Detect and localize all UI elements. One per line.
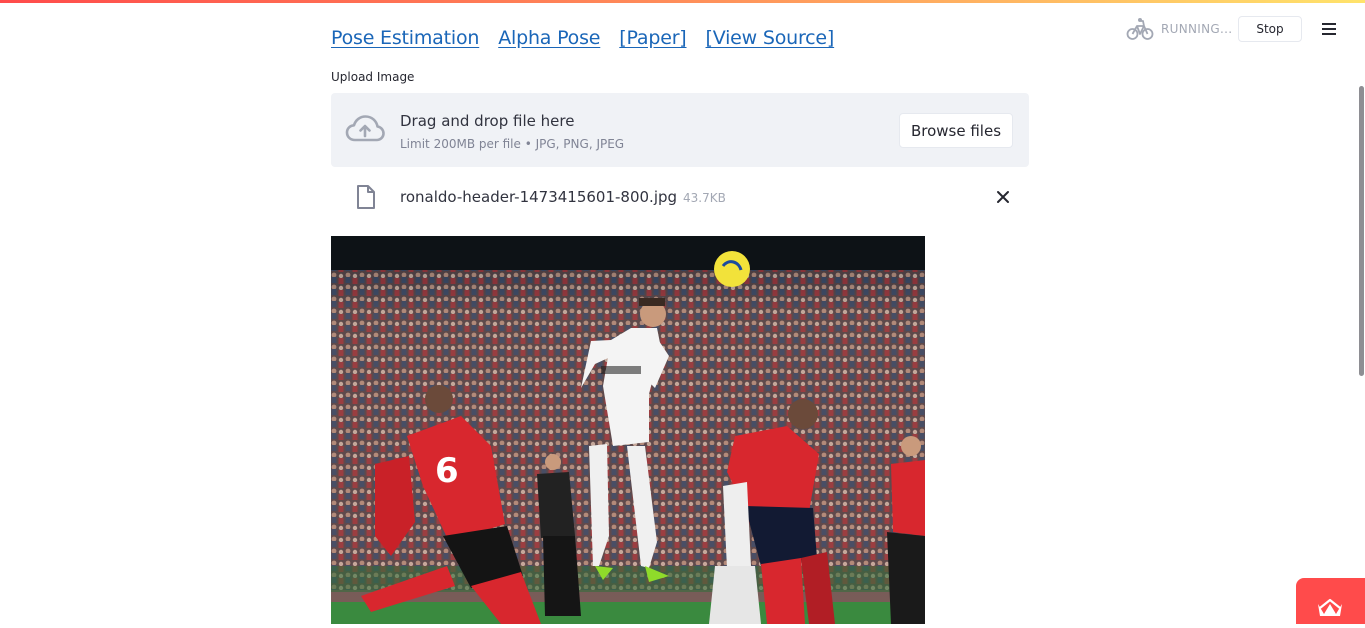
file-name-text: ronaldo-header-1473415601-800.jpg [400,188,678,206]
running-status: RUNNING... [1126,16,1232,42]
link-view-source[interactable]: [View Source] [706,27,835,49]
file-icon [357,185,375,209]
stop-button[interactable]: Stop [1238,16,1302,42]
nav-links: Pose Estimation Alpha Pose [Paper] [View… [331,27,853,49]
hamburger-menu-icon[interactable] [1319,20,1339,40]
page-scrollbar[interactable] [1359,86,1364,376]
link-pose-estimation[interactable]: Pose Estimation [331,27,479,49]
svg-text:6: 6 [435,451,459,491]
crown-icon [1318,598,1342,616]
dropzone-title: Drag and drop file here [400,112,575,130]
cloud-upload-icon [345,115,385,142]
running-status-text: RUNNING... [1161,22,1233,36]
uploaded-file-name: ronaldo-header-1473415601-800.jpg 43.7KB [400,188,726,206]
file-dropzone[interactable]: Drag and drop file here Limit 200MB per … [331,93,1029,167]
link-paper[interactable]: [Paper] [619,27,686,49]
dropzone-limit-text: Limit 200MB per file • JPG, PNG, JPEG [400,137,625,151]
uploaded-image: 6 [331,236,925,624]
close-icon[interactable] [995,189,1011,205]
bicycle-icon [1126,18,1154,40]
link-alpha-pose[interactable]: Alpha Pose [498,27,600,49]
streamlit-badge[interactable] [1296,578,1365,624]
uploaded-file-row: ronaldo-header-1473415601-800.jpg 43.7KB [331,180,1029,216]
file-size: 43.7KB [683,191,726,205]
browse-files-button[interactable]: Browse files [899,113,1013,148]
upload-image-label: Upload Image [331,70,415,84]
top-decoration-bar [0,0,1365,3]
